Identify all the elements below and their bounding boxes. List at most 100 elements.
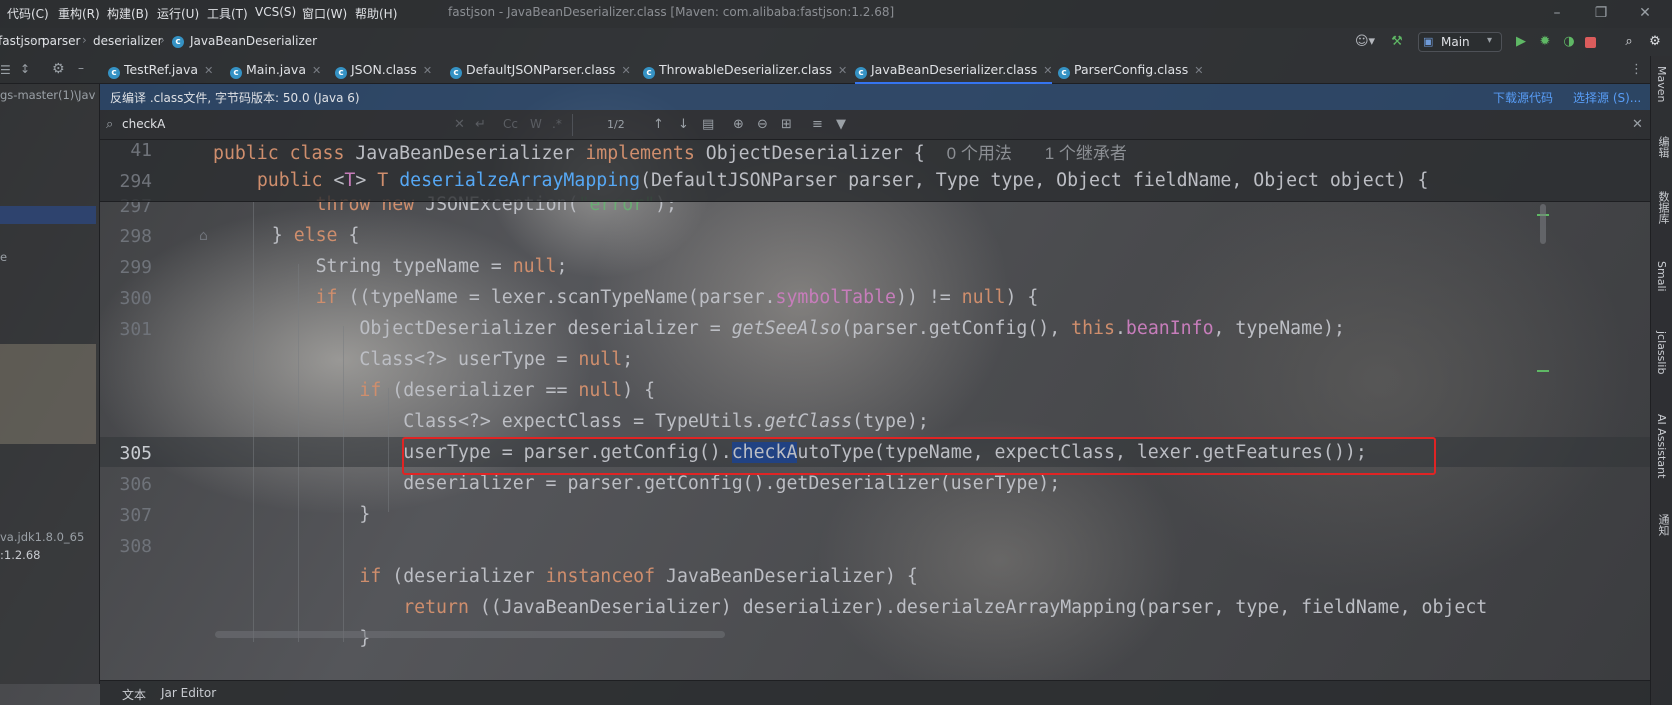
menu-window[interactable]: 窗口(W)	[302, 5, 347, 22]
class-file-icon: c	[643, 67, 655, 79]
class-file-icon: c	[450, 67, 462, 79]
breadcrumb-subpackage[interactable]: deserializer	[93, 34, 163, 48]
clear-search-icon[interactable]: ✕	[454, 117, 465, 132]
menu-vcs[interactable]: VCS(S)	[255, 5, 296, 19]
previous-occurrence-icon[interactable]: ↑	[653, 117, 664, 132]
java-file-icon: c	[108, 67, 120, 79]
close-tab-icon[interactable]: ✕	[312, 64, 321, 77]
menu-build[interactable]: 构建(B)	[107, 5, 149, 22]
whole-words-toggle[interactable]: W	[530, 117, 542, 131]
tab-json-class[interactable]: c JSON.class ✕	[335, 56, 432, 84]
project-tree-item[interactable]: gs-master(1)\Jav	[0, 88, 100, 102]
fold-icon[interactable]: ⌂	[199, 228, 208, 244]
tab-main[interactable]: c Main.java ✕	[230, 56, 321, 84]
coverage-icon[interactable]: ◑	[1560, 33, 1578, 51]
add-occurrence-icon[interactable]: ⊕	[733, 117, 744, 132]
close-find-icon[interactable]: ✕	[1632, 117, 1643, 132]
breadcrumb-class[interactable]: JavaBeanDeserializer	[190, 34, 317, 48]
expand-icon[interactable]: ↕	[20, 62, 30, 76]
newline-icon[interactable]: ↵	[475, 117, 486, 132]
selected-tree-row[interactable]	[0, 206, 96, 224]
line-number: 294	[119, 171, 152, 192]
tab-label: JSON.class	[350, 62, 417, 77]
close-tab-icon[interactable]: ✕	[838, 64, 847, 77]
tab-label: TestRef.java	[123, 62, 199, 77]
database-tool[interactable]: 数据库	[1655, 191, 1671, 224]
close-icon[interactable]: ✕	[1634, 3, 1656, 23]
restore-icon[interactable]: ❐	[1590, 3, 1612, 23]
maven-tool[interactable]: Maven	[1655, 66, 1668, 102]
code-line: } else {	[228, 225, 360, 246]
debug-icon[interactable]: ✹	[1536, 33, 1554, 51]
tab-text[interactable]: 文本	[122, 686, 146, 703]
breadcrumb-package[interactable]: parser	[42, 34, 80, 48]
tab-javabeandeserializer[interactable]: c JavaBeanDeserializer.class ✕	[855, 56, 1053, 84]
hide-panel-icon[interactable]: –	[78, 61, 84, 75]
close-tab-icon[interactable]: ✕	[204, 64, 213, 77]
settings-icon[interactable]: ⚙	[1646, 33, 1664, 51]
title-bar: 代码(C) 重构(R) 构建(B) 运行(U) 工具(T) VCS(S) 窗口(…	[0, 0, 1672, 28]
vertical-scrollbar-thumb[interactable]	[1540, 204, 1546, 244]
match-case-toggle[interactable]: Cc	[503, 117, 518, 131]
line-number: 306	[119, 474, 152, 495]
run-icon[interactable]: ▶	[1512, 33, 1530, 51]
download-sources-link[interactable]: 下载源代码	[1493, 89, 1553, 106]
collapse-all-icon[interactable]: ☰	[0, 63, 11, 77]
close-tab-icon[interactable]: ✕	[1194, 64, 1203, 77]
jclasslib-tool[interactable]: jclasslib	[1655, 331, 1668, 374]
line-number: 305	[119, 443, 152, 464]
edit-tool[interactable]: 编辑	[1655, 136, 1671, 158]
class-icon: c	[172, 36, 184, 48]
notifications-tool[interactable]: 通知	[1655, 514, 1671, 536]
code-line: if (deserializer instanceof JavaBeanDese…	[359, 566, 918, 587]
choose-sources-link[interactable]: 选择源 (S)...	[1573, 89, 1641, 106]
filter-icon[interactable]: ▼	[836, 117, 846, 132]
close-tab-icon[interactable]: ✕	[423, 64, 432, 77]
tab-defaultjsonparser[interactable]: c DefaultJSONParser.class ✕	[450, 56, 631, 84]
project-tree-item[interactable]: va.jdk1.8.0_65	[0, 530, 100, 544]
search-input[interactable]: checkA	[122, 117, 165, 131]
remove-occurrence-icon[interactable]: ⊖	[757, 117, 768, 132]
next-occurrence-icon[interactable]: ↓	[678, 117, 689, 132]
code-editor[interactable]: 297 298 299 300 301 305 306 307 308 ⌂ th…	[100, 140, 1650, 680]
match-count: 1/2	[607, 118, 625, 131]
tab-parserconfig[interactable]: c ParserConfig.class ✕	[1058, 56, 1203, 84]
select-all-occurrences-icon[interactable]: ▤	[702, 117, 714, 132]
right-tool-strip: Maven 编辑 数据库 Smali jclasslib AI Assistan…	[1650, 56, 1672, 705]
navigation-bar: fastjson › parser › deserializer › c Jav…	[0, 28, 1672, 56]
close-tab-icon[interactable]: ✕	[621, 64, 630, 77]
filter-options-icon[interactable]: ≡	[812, 117, 823, 132]
line-number: 298	[119, 226, 152, 247]
project-tree-item[interactable]: :1.2.68	[0, 548, 100, 562]
project-tree-item[interactable]: e	[0, 250, 100, 264]
tab-testref[interactable]: c TestRef.java ✕	[108, 56, 213, 84]
line-number: 41	[130, 140, 152, 161]
menu-code[interactable]: 代码(C)	[7, 5, 49, 22]
menu-tools[interactable]: 工具(T)	[207, 5, 248, 22]
user-icon[interactable]: ☺▾	[1352, 33, 1378, 51]
tab-label: Main.java	[245, 62, 306, 77]
more-tabs-icon[interactable]: ⋮	[1630, 62, 1643, 77]
run-config-selector[interactable]: ▣ Main ▾	[1418, 32, 1502, 52]
code-line: deserializer = parser.getConfig().getDes…	[228, 473, 1061, 494]
menu-refactor[interactable]: 重构(R)	[58, 5, 100, 22]
regex-toggle[interactable]: .*	[552, 117, 562, 131]
tab-jar-editor[interactable]: Jar Editor	[161, 686, 216, 700]
minimize-icon[interactable]: –	[1546, 3, 1568, 23]
stop-icon[interactable]	[1585, 37, 1596, 48]
usages-hint[interactable]: 0 个用法	[947, 144, 1012, 163]
highlight-annotation-box	[402, 437, 1436, 475]
gear-icon[interactable]: ⚙	[52, 61, 65, 77]
build-hammer-icon[interactable]: ⚒	[1388, 33, 1406, 51]
menu-run[interactable]: 运行(U)	[157, 5, 199, 22]
menu-help[interactable]: 帮助(H)	[355, 5, 397, 22]
search-icon[interactable]: ⌕	[1620, 33, 1638, 51]
breadcrumb-project[interactable]: fastjson	[0, 34, 45, 48]
inheritors-hint[interactable]: 1 个继承者	[1045, 144, 1127, 163]
horizontal-scrollbar-thumb[interactable]	[215, 631, 725, 638]
close-tab-icon[interactable]: ✕	[1043, 64, 1052, 77]
select-occurrences-icon[interactable]: ⊞	[781, 117, 792, 132]
ai-assistant-tool[interactable]: AI Assistant	[1655, 414, 1668, 478]
tab-throwabledeserializer[interactable]: c ThrowableDeserializer.class ✕	[643, 56, 847, 84]
smali-tool[interactable]: Smali	[1655, 261, 1668, 292]
